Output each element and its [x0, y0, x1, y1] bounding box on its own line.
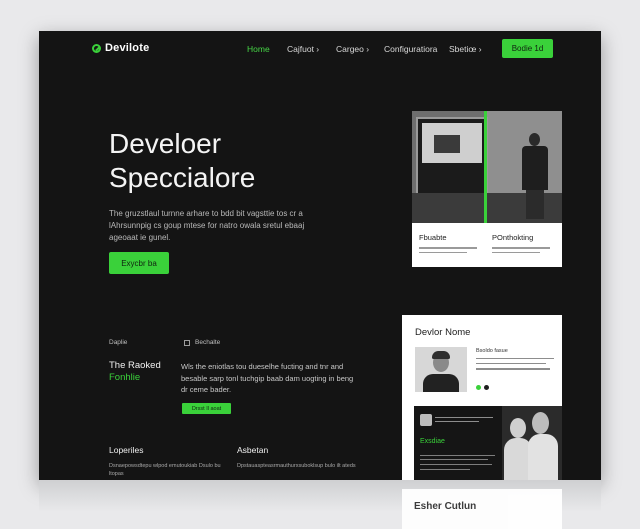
reflection-label: Esher Cutlun	[414, 501, 477, 512]
avatar	[415, 347, 467, 392]
logo-icon	[92, 43, 101, 53]
nav-item-configuration[interactable]: Configuratiora	[384, 44, 437, 54]
feature-title: The Raoked Fonhlie	[109, 360, 161, 384]
feature-title-line-2: Fonhlie	[109, 372, 141, 383]
person-image	[520, 133, 550, 219]
hero-card-column-1-title: Fbuabte	[419, 233, 447, 242]
hero-title-line-2: Speccialore	[109, 162, 256, 193]
nav-item-home[interactable]: Home	[247, 44, 270, 54]
column-1-title: Loperiles	[109, 445, 144, 455]
profile-detail-title: Bsoldo fasue	[476, 348, 508, 354]
hero-description: The gruzstlaul turnne arhare to bdd bit …	[109, 209, 305, 242]
profile-card[interactable]: Devlor Nome Bsoldo fasue Exsdiae	[402, 315, 562, 480]
hero-title-line-1: Develoer	[109, 128, 222, 159]
hero-card-column-1: Fbuabte	[419, 233, 481, 253]
section-label-2: Bechalte	[195, 339, 221, 346]
document-icon	[184, 340, 190, 346]
monitor-image	[416, 117, 488, 195]
top-navigation: Devilote Home Cajfuot › Cargeo › Configu…	[39, 31, 601, 67]
profile-feature-panel: Exsdiae	[414, 406, 562, 480]
feature-description: Wls the eniotlas tou dueselhe fucting an…	[181, 362, 354, 394]
feature-title-line-1: The Raoked	[109, 360, 161, 371]
reflection-card: Esher Cutlun	[402, 489, 562, 529]
accent-bar	[484, 111, 487, 223]
panel-lines	[435, 414, 495, 423]
mini-avatar	[420, 414, 432, 426]
hero-card-column-2: POnthokting	[492, 233, 554, 253]
panel-title: Exsdiae	[420, 438, 445, 445]
logo[interactable]: Devilote	[92, 42, 149, 54]
hero-title: Develoer Speccialore	[109, 127, 255, 195]
profile-details: Bsoldo fasue	[476, 348, 554, 370]
hero-image-card[interactable]: Fbuabte POnthokting	[412, 111, 562, 267]
hero-photo	[412, 111, 562, 223]
section-label-1: Daplie	[109, 339, 128, 346]
column-1-body: Dsnaepowsdtepu wlpod emutoukiab Dsulo bu…	[109, 463, 221, 477]
nav-item-5[interactable]: Sbetiœ ›	[449, 44, 482, 54]
feature-button[interactable]: Drsst Il aoat	[182, 403, 231, 414]
profile-name: Devlor Nome	[415, 327, 471, 338]
column-2-body: Dpstauaspteasrmauthurxsuboklsup bulo ilt…	[237, 463, 356, 469]
nav-cta-button[interactable]: Bodie 1d	[502, 39, 553, 58]
brand-name: Devilote	[105, 42, 150, 54]
landing-page: Devilote Home Cajfuot › Cargeo › Configu…	[39, 31, 601, 480]
panel-body	[420, 451, 495, 470]
column-2-title: Asbetan	[237, 445, 269, 455]
nav-item-2[interactable]: Cajfuot ›	[287, 44, 319, 54]
status-indicators	[476, 385, 489, 390]
page-reflection: Esher Cutlun	[39, 480, 601, 529]
status-dot-icon	[476, 385, 481, 390]
status-dot-icon	[484, 385, 489, 390]
hero-cta-button[interactable]: Exycbr ba	[109, 252, 169, 274]
nav-item-3[interactable]: Cargeo ›	[336, 44, 369, 54]
couple-photo	[502, 406, 562, 480]
hero-card-column-2-title: POnthokting	[492, 233, 534, 242]
